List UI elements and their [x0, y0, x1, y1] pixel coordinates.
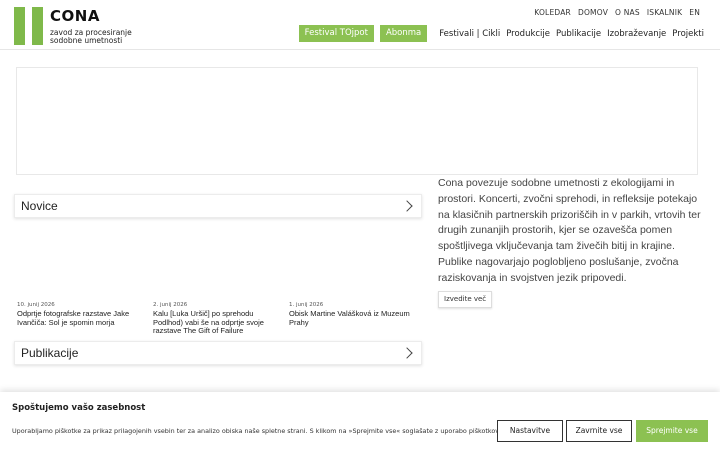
publikacije-section-header[interactable]: Publikacije — [14, 341, 422, 365]
news-item[interactable]: 1. junij 2026 Obisk Martine Valášková iz… — [289, 302, 425, 336]
logo-bar-left — [14, 7, 25, 45]
logo-title: CONA — [50, 7, 100, 25]
chevron-right-icon — [401, 347, 413, 359]
publikacije-label: Publikacije — [21, 346, 79, 360]
main-nav: Festival TOjpot Abonma Festivali | Cikli… — [298, 25, 704, 42]
nav-festivali-cikli[interactable]: Festivali | Cikli — [439, 29, 500, 39]
novice-section-header[interactable]: Novice — [14, 194, 422, 218]
about-text: Cona povezuje sodobne umetnosti z ekolog… — [438, 177, 701, 284]
nav-festival-button[interactable]: Festival TOjpot — [298, 25, 374, 42]
chevron-right-icon — [401, 200, 413, 212]
top-nav-koledar[interactable]: KOLEDAR — [534, 8, 571, 17]
cookie-reject-button[interactable]: Zavrnite vse — [566, 420, 632, 442]
nav-produkcije[interactable]: Produkcije — [506, 29, 550, 39]
top-nav-o-nas[interactable]: O NAS — [615, 8, 640, 17]
cookie-accept-button[interactable]: Sprejmite vse — [636, 420, 708, 442]
novice-label: Novice — [21, 199, 58, 213]
nav-projekti[interactable]: Projekti — [672, 29, 704, 39]
hero-banner — [16, 67, 698, 175]
top-nav-iskalnik[interactable]: ISKALNIK — [647, 8, 682, 17]
cookie-title: Spoštujemo vašo zasebnost — [12, 403, 146, 413]
news-date: 2. junij 2026 — [153, 302, 188, 308]
cookie-settings-button[interactable]: Nastavitve — [497, 420, 563, 442]
news-list: 10. junij 2026 Odprtje fotografske razst… — [17, 302, 425, 336]
top-nav-domov[interactable]: DOMOV — [578, 8, 608, 17]
news-title: Odprtje fotografske razstave Jake Ivanči… — [17, 309, 130, 327]
news-date: 10. junij 2026 — [17, 302, 55, 308]
site-logo[interactable]: CONA zavod za procesiranje sodobne umetn… — [14, 7, 136, 45]
nav-abonma-button[interactable]: Abonma — [379, 25, 428, 42]
top-nav: KOLEDAR DOMOV O NAS ISKALNIK EN — [534, 8, 700, 17]
cookie-banner: Spoštujemo vašo zasebnost Uporabljamo pi… — [0, 392, 720, 450]
news-item[interactable]: 2. junij 2026 Kalu [Luka Uršič] po spreh… — [153, 302, 289, 336]
logo-subtitle-line2: sodobne umetnosti — [50, 35, 123, 45]
top-nav-language[interactable]: EN — [689, 8, 700, 17]
news-title: Kalu [Luka Uršič] po sprehodu Podlhod) v… — [153, 309, 264, 335]
news-title: Obisk Martine Valášková iz Muzeum Prahy — [289, 309, 410, 327]
nav-publikacije[interactable]: Publikacije — [556, 29, 601, 39]
learn-more-button[interactable]: Izvedite več — [438, 291, 493, 308]
news-date: 1. junij 2026 — [289, 302, 324, 308]
news-item[interactable]: 10. junij 2026 Odprtje fotografske razst… — [17, 302, 153, 336]
cookie-text: Uporabljamo piškotke za prikaz prilagoje… — [12, 427, 501, 435]
logo-subtitle: zavod za procesiranje sodobne umetnosti — [50, 29, 132, 44]
site-header: CONA zavod za procesiranje sodobne umetn… — [0, 0, 720, 50]
logo-bar-right — [32, 7, 43, 45]
nav-izobrazevanje[interactable]: Izobraževanje — [607, 29, 666, 39]
